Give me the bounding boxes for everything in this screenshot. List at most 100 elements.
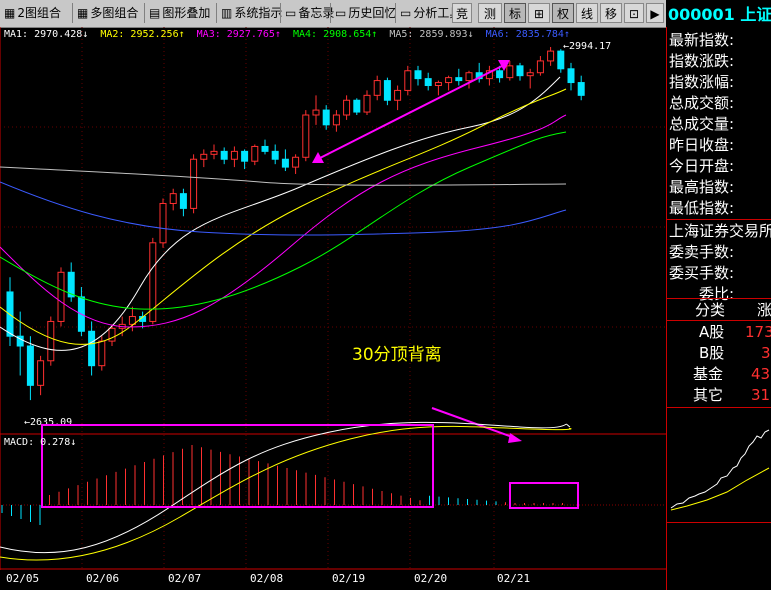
ma2-value: MA2: 2952.256↑ — [100, 29, 185, 40]
toolbar-button-play[interactable]: ▶ — [646, 3, 664, 23]
toolbar-button-rights[interactable]: 权 — [552, 3, 574, 23]
toolbar-button-window[interactable]: ⊡ — [624, 3, 644, 23]
candle-body — [57, 271, 65, 322]
mini-avg-line — [670, 467, 770, 511]
category-name: B股 — [699, 344, 725, 362]
candle-body — [281, 158, 289, 168]
date-label: 02/06 — [86, 572, 120, 585]
candle-body — [179, 193, 187, 209]
mini-trend-chart — [670, 429, 770, 511]
change-header: 涨 — [757, 301, 771, 319]
ma4-line — [0, 131, 567, 310]
toolbar-item-2chart[interactable]: ▦ 2图组合 — [2, 3, 63, 23]
candle-body — [322, 109, 330, 126]
candle-body — [190, 158, 198, 209]
candle-body — [251, 145, 259, 162]
macd-label: MACD: 0.278↓ — [4, 437, 77, 448]
quote-label: 指数涨跌: — [669, 52, 735, 70]
ma4-value: MA4: 2908.654↑ — [292, 29, 378, 40]
ma5-line — [0, 166, 567, 186]
candle-body — [312, 109, 320, 116]
history-icon: ▭ — [335, 6, 347, 20]
toolbar-button-mark[interactable]: 标 — [504, 3, 526, 23]
date-axis: 02/05 02/06 02/07 02/08 02/19 02/20 02/2… — [0, 570, 666, 590]
candle-body — [26, 345, 34, 386]
quote-label: 今日开盘: — [669, 157, 735, 175]
candle-body — [567, 68, 575, 84]
kline-chart[interactable]: ←2994.17 ←2635.09 — [0, 27, 666, 570]
candle-body — [302, 114, 310, 158]
category-header: 分类 — [695, 301, 726, 319]
memo-icon: ▭ — [285, 6, 297, 20]
toolbar-button-move[interactable]: 移 — [600, 3, 622, 23]
date-label: 02/07 — [168, 572, 202, 585]
candle-body — [526, 72, 534, 77]
candle-body — [200, 153, 208, 160]
candle-body — [230, 150, 238, 160]
macd-dea-line — [0, 425, 572, 561]
candle-body — [210, 150, 218, 155]
candle-body — [536, 60, 544, 74]
candle-body — [159, 202, 167, 244]
toolbar: ▦2图组合 ▦多图组合 ▤图形叠加 ▥系统指示 ▭备忘录 ▭历史回忆 ▭分析工具… — [0, 0, 666, 28]
security-title: 000001 上证指数 — [666, 0, 771, 27]
exchange-name: 上海证券交易所 — [669, 222, 771, 240]
candle-body — [557, 50, 565, 70]
tool-icon: ▭ — [400, 6, 412, 20]
candle-body — [434, 82, 442, 87]
candle-body — [424, 78, 432, 87]
quote-label: 总成交量: — [669, 115, 735, 133]
toolbar-item-memo[interactable]: ▭ 备忘录 — [283, 3, 336, 23]
low-price-label: ←2635.09 — [24, 417, 72, 428]
candle-body — [261, 145, 269, 152]
date-label: 02/19 — [332, 572, 366, 585]
macd-diff-line — [0, 421, 571, 554]
order-label: 委卖手数: — [669, 243, 735, 261]
candle-body — [363, 94, 371, 113]
date-label: 02/05 — [6, 572, 40, 585]
candle-body — [37, 360, 45, 386]
high-price-label: ←2994.17 — [563, 41, 611, 52]
quote-label: 最高指数: — [669, 178, 735, 196]
candle-body — [98, 340, 106, 367]
category-name: 其它 — [693, 386, 724, 404]
indicator-icon: ▥ — [221, 6, 233, 20]
layout-icon: ▦ — [4, 6, 16, 20]
toolbar-item-history[interactable]: ▭ 历史回忆 — [333, 3, 398, 23]
toolbar-button-line[interactable]: 线 — [576, 3, 598, 23]
category-value: 38 — [761, 344, 771, 362]
toolbar-item-system-indicator[interactable]: ▥ 系统指示 — [219, 3, 284, 23]
candle-body — [292, 156, 300, 168]
toolbar-button-measure[interactable]: 测 — [478, 3, 502, 23]
candle-body — [88, 330, 96, 367]
ma6-value: MA6: 2835.784↑ — [485, 29, 570, 40]
candle-body — [414, 70, 422, 80]
candle-body — [445, 77, 453, 84]
toolbar-item-overlay[interactable]: ▤ 图形叠加 — [147, 3, 212, 23]
date-label: 02/08 — [250, 572, 284, 585]
quote-panel: 最新指数: 指数涨跌: 指数涨幅: 总成交额: 总成交量: 昨日收盘: 今日开盘… — [666, 27, 771, 590]
ma-legend: MA1: 2970.428↓ MA2: 2952.256↑ MA3: 2927.… — [4, 28, 576, 41]
category-name: 基金 — [693, 365, 724, 383]
toolbar-item-analysis-tools[interactable]: ▭分析工具 — [398, 3, 452, 23]
candle-body — [241, 150, 249, 162]
layout-icon: ▦ — [77, 6, 89, 20]
toolbar-button-grid[interactable]: ⊞ — [528, 3, 550, 23]
quote-label: 指数涨幅: — [669, 73, 735, 91]
candle-body — [47, 320, 55, 362]
date-label: 02/20 — [414, 572, 448, 585]
candle-body — [353, 99, 361, 113]
candle-body — [506, 65, 514, 79]
candle-body — [373, 80, 381, 96]
category-value: 317 — [751, 386, 771, 404]
candle-body — [383, 80, 391, 101]
toolbar-button-auction[interactable]: 竞 — [452, 3, 472, 23]
candle-body — [271, 150, 279, 160]
candle-body — [332, 114, 340, 126]
candle-body — [343, 99, 351, 116]
toolbar-item-multichart[interactable]: ▦ 多图组合 — [75, 3, 140, 23]
order-label: 委买手数: — [669, 264, 735, 282]
ma1-value: MA1: 2970.428↓ — [4, 29, 89, 40]
ma5-value: MA5: 2859.893↓ — [389, 29, 474, 40]
candle-body — [496, 70, 504, 79]
